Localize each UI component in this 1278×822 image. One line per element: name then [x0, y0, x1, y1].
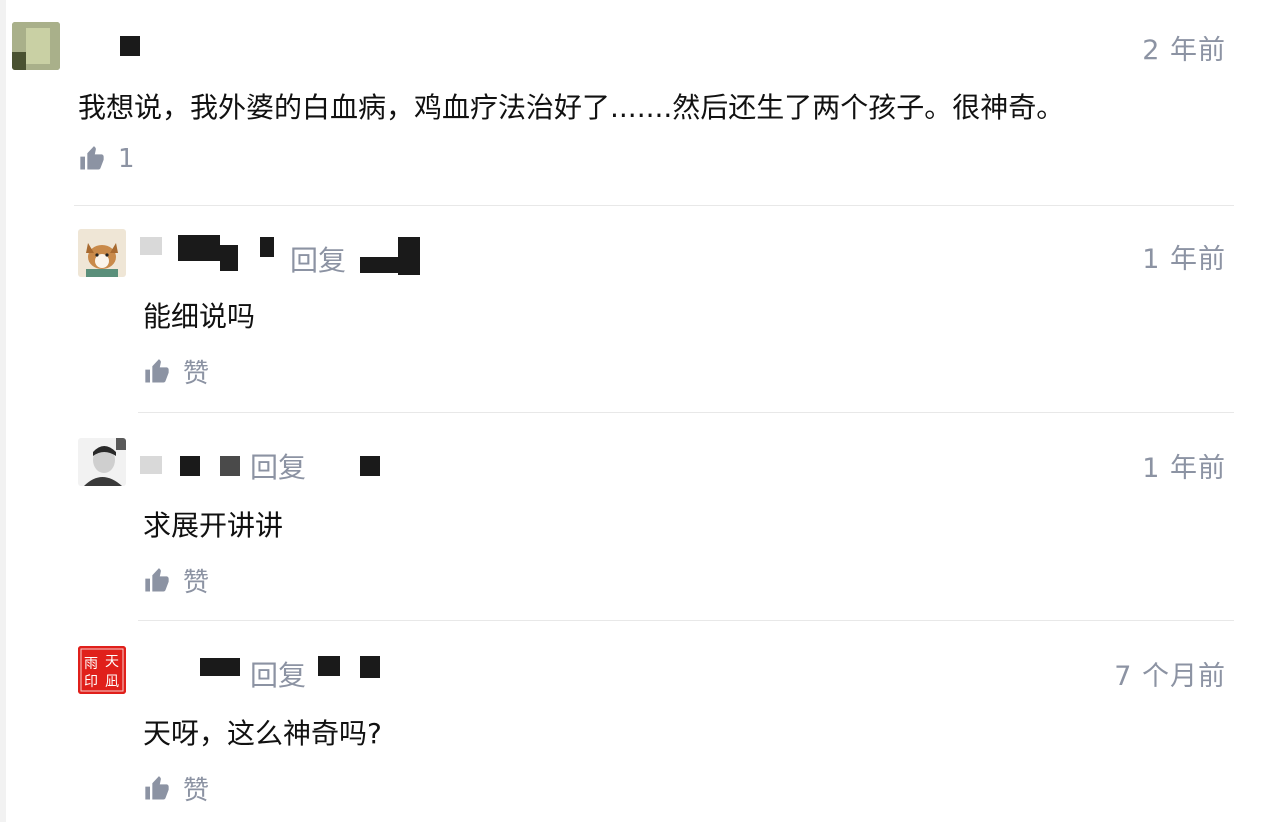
avatar-person-photo [78, 438, 126, 486]
comment-time: 7 个月前 [1114, 661, 1226, 692]
seal-char: 印 [84, 674, 98, 690]
redacted-username [220, 456, 240, 476]
like-count: 1 [118, 144, 135, 174]
redacted-username [260, 237, 274, 257]
thumbs-up-icon [145, 775, 169, 799]
comment-1: 2 年前 我想说，我外婆的白血病，鸡血疗法治好了.......然后还生了两个孩子… [0, 0, 1278, 205]
redacted-reply-target [360, 257, 400, 273]
redacted-username [200, 658, 240, 676]
redacted-username [220, 245, 238, 271]
comment-time: 1 年前 [1142, 453, 1226, 484]
like-label: 赞 [183, 776, 210, 806]
redacted-reply-target [318, 656, 340, 676]
comment-time: 1 年前 [1142, 244, 1226, 275]
avatar-photo [12, 22, 60, 70]
avatar[interactable] [78, 229, 126, 277]
comment-4: 雨 天 印 凪 回复 7 个月前 天呀，这么神奇吗? 赞 [0, 620, 1278, 822]
comment-text: 能细说吗 [143, 300, 256, 333]
avatar-seal[interactable]: 雨 天 印 凪 [78, 646, 126, 694]
avatar[interactable] [12, 22, 60, 70]
redacted-username [178, 235, 220, 261]
like-button[interactable]: 赞 [143, 562, 209, 599]
reply-label: 回复 [290, 244, 347, 277]
avatar-dog-photo [78, 229, 126, 277]
like-label: 赞 [183, 359, 210, 389]
redacted-reply-target [360, 456, 380, 476]
like-label: 赞 [183, 568, 210, 598]
seal-char: 雨 [84, 656, 98, 672]
like-button[interactable]: 赞 [143, 770, 209, 807]
comment-text: 求展开讲讲 [143, 509, 284, 542]
reply-label: 回复 [250, 659, 307, 692]
seal-char: 天 [105, 654, 119, 670]
seal-char: 凪 [105, 674, 119, 690]
like-button[interactable]: 1 [78, 144, 135, 174]
redacted-username [140, 456, 162, 474]
avatar[interactable] [78, 438, 126, 486]
comment-time: 2 年前 [1142, 35, 1226, 66]
redacted-username [180, 456, 200, 476]
like-button[interactable]: 赞 [143, 353, 209, 390]
redacted-username [120, 36, 140, 56]
comment-text: 天呀，这么神奇吗? [143, 717, 382, 750]
comment-2: 回复 1 年前 能细说吗 赞 [0, 205, 1278, 412]
red-seal-logo: 雨 天 印 凪 [78, 646, 126, 694]
comment-3: 回复 1 年前 求展开讲讲 赞 [0, 412, 1278, 620]
thumbs-up-icon [145, 567, 169, 591]
redacted-reply-target [398, 237, 420, 275]
comment-text: 我想说，我外婆的白血病，鸡血疗法治好了.......然后还生了两个孩子。很神奇。 [78, 91, 1065, 124]
reply-label: 回复 [250, 451, 307, 484]
redacted-reply-target [360, 656, 380, 678]
thumbs-up-icon [80, 146, 104, 170]
thumbs-up-icon [145, 358, 169, 382]
redacted-username [140, 237, 162, 255]
